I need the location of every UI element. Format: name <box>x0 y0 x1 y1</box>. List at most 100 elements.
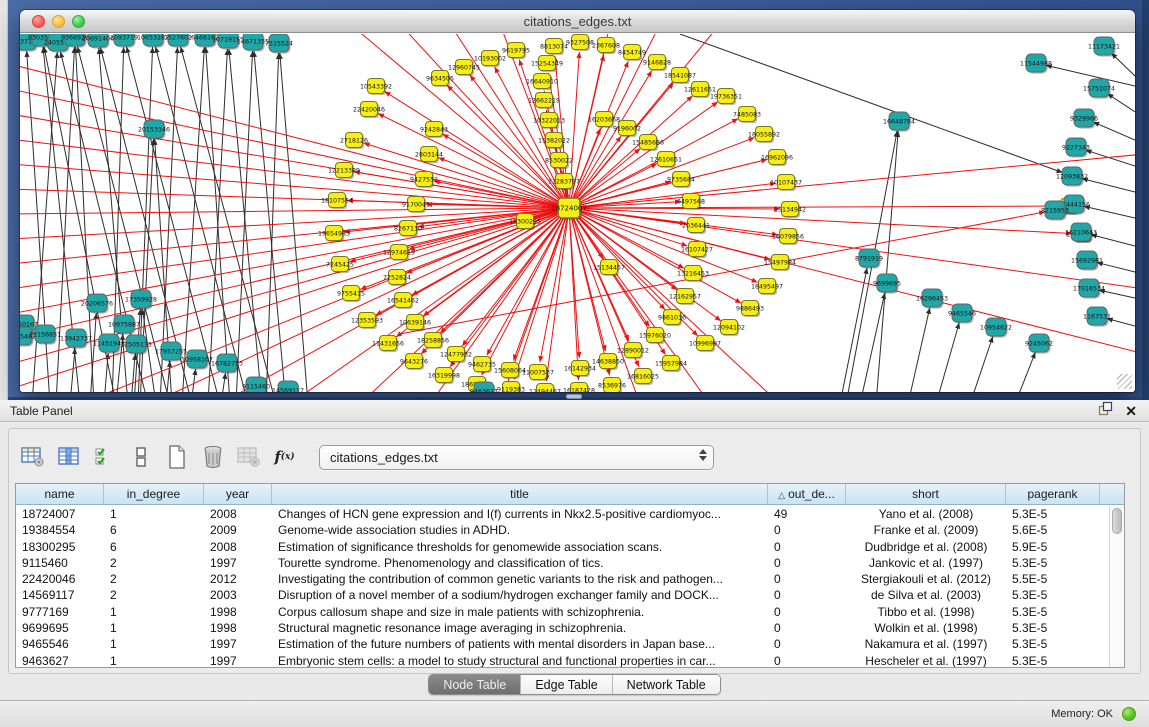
scrollbar-thumb[interactable] <box>1112 508 1122 534</box>
table-vertical-scrollbar[interactable] <box>1109 506 1124 667</box>
network-node[interactable]: 13942737 <box>60 329 92 349</box>
network-node[interactable]: 15957984 <box>655 356 687 373</box>
network-node[interactable]: 8791919 <box>855 249 883 269</box>
network-node[interactable]: 11173421 <box>1088 37 1120 57</box>
tab-edge-table[interactable]: Edge Table <box>520 675 611 694</box>
network-node[interactable]: 15254349 <box>531 56 563 73</box>
network-node[interactable]: 9465546 <box>948 304 976 324</box>
network-node[interactable]: 7252824 <box>383 270 411 287</box>
network-node[interactable]: 16079856 <box>772 229 804 246</box>
network-node[interactable]: 10954622 <box>980 318 1012 338</box>
delete-table-button[interactable] <box>235 444 262 471</box>
network-node[interactable]: 9245062 <box>1025 334 1053 354</box>
network-node[interactable]: 7515524 <box>265 34 293 54</box>
network-node[interactable]: 9170041 <box>402 197 430 214</box>
network-canvas[interactable]: 1054339222420046271812612213389181075541… <box>20 34 1135 392</box>
network-node[interactable]: 18541087 <box>664 68 696 85</box>
network-node[interactable]: 2367608 <box>592 38 620 55</box>
network-node[interactable]: 10996997 <box>689 336 721 353</box>
network-node[interactable]: 17359928 <box>125 290 157 310</box>
network-node[interactable]: 11544988 <box>1020 54 1052 74</box>
network-node[interactable]: 11431656 <box>372 336 404 353</box>
network-node[interactable]: 18107554 <box>321 193 353 210</box>
resize-grip-icon[interactable] <box>1117 374 1132 389</box>
network-node[interactable]: 16962096 <box>761 150 793 167</box>
network-node[interactable]: 20206576 <box>81 294 113 314</box>
network-node[interactable]: 9462735 <box>468 357 496 374</box>
network-node[interactable]: 16640910 <box>526 74 558 91</box>
network-node[interactable]: 10975887 <box>108 315 140 335</box>
network-node[interactable]: 9146828 <box>643 55 671 72</box>
network-node[interactable]: 16210643 <box>1065 223 1097 243</box>
network-node[interactable]: 2093719 <box>110 34 138 48</box>
network-node[interactable]: 12662219 <box>528 93 560 110</box>
column-header-pagerank[interactable]: pagerank <box>1006 484 1100 504</box>
table-row[interactable]: 946554611997Estimation of the future num… <box>16 636 1108 652</box>
network-node[interactable]: 8454749 <box>618 45 646 62</box>
table-row[interactable]: 1830029562008Estimation of significance … <box>16 539 1108 555</box>
network-node[interactable]: 19654985 <box>318 226 350 243</box>
network-node[interactable]: 9735684 <box>667 172 695 189</box>
network-node[interactable]: 7485083 <box>733 107 761 124</box>
column-header-in_degree[interactable]: in_degree <box>104 484 204 504</box>
table-row[interactable]: 969969511998Structural magnetic resonanc… <box>16 620 1108 636</box>
network-node[interactable]: 12890012 <box>617 343 649 360</box>
column-header-year[interactable]: year <box>204 484 272 504</box>
network-node[interactable]: 15134942 <box>774 202 806 219</box>
network-node[interactable]: 8536976 <box>598 378 626 393</box>
row-height-button[interactable] <box>127 444 154 471</box>
column-header-title[interactable]: title <box>272 484 768 504</box>
network-node[interactable]: 9619795 <box>502 43 530 60</box>
network-node[interactable]: 9327508 <box>566 35 594 52</box>
network-node[interactable]: 9227343 <box>1062 138 1090 158</box>
table-row[interactable]: 1938455462009Genome-wide association stu… <box>16 522 1108 538</box>
network-node[interactable]: 1527602 <box>164 34 192 48</box>
network-node[interactable]: 9427552 <box>410 172 438 189</box>
table-row[interactable]: 2242004622012Investigating the contribut… <box>16 571 1108 587</box>
network-node[interactable]: 17016534 <box>1073 279 1105 299</box>
table-row[interactable]: 946362711997Embryonic stem cells: a mode… <box>16 653 1108 667</box>
delete-column-button[interactable] <box>199 444 226 471</box>
network-node[interactable]: 16187428 <box>563 383 595 393</box>
network-node[interactable]: 14638850 <box>592 354 624 371</box>
network-node[interactable]: 9699695 <box>873 274 901 294</box>
network-node[interactable]: 9634505 <box>426 71 454 88</box>
float-window-icon[interactable] <box>1098 401 1113 421</box>
zoom-button[interactable] <box>72 15 85 28</box>
minimize-button[interactable] <box>52 15 65 28</box>
network-node[interactable]: 18055892 <box>748 127 780 144</box>
table-row[interactable]: 1872400712008Changes of HCN gene express… <box>16 506 1108 522</box>
network-node[interactable]: 11283797 <box>548 174 580 191</box>
network-node[interactable]: 9242843 <box>420 122 448 139</box>
tab-node-table[interactable]: Node Table <box>429 675 520 694</box>
network-node[interactable]: 9861036 <box>658 310 686 327</box>
table-row[interactable]: 911546021997Tourette syndrome. Phenomeno… <box>16 555 1108 571</box>
network-node[interactable]: 12094102 <box>713 320 745 337</box>
table-selector[interactable]: citations_edges.txt <box>319 445 714 470</box>
column-header-short[interactable]: short <box>846 484 1006 504</box>
network-node[interactable]: 9115460 <box>242 377 270 392</box>
network-node[interactable]: 9329966 <box>1070 109 1098 129</box>
network-node[interactable]: 8215953 <box>1041 201 1069 221</box>
show-columns-button[interactable] <box>55 444 82 471</box>
close-panel-icon[interactable]: ✕ <box>1125 402 1137 420</box>
network-node[interactable]: 2718126 <box>340 133 368 150</box>
split-divider[interactable] <box>566 394 582 399</box>
network-node[interactable]: 12494467 <box>529 384 561 393</box>
column-header-out_degree[interactable]: △out_de... <box>768 484 846 504</box>
network-node[interactable]: 14569117 <box>272 381 304 392</box>
column-header-name[interactable]: name <box>16 484 104 504</box>
network-window-titlebar[interactable]: citations_edges.txt <box>20 10 1135 33</box>
network-node[interactable]: 9643276 <box>400 354 428 371</box>
memory-ok-led[interactable] <box>1122 707 1136 721</box>
network-node[interactable]: 16648784 <box>883 112 915 132</box>
network-node[interactable]: 11007537 <box>522 365 554 382</box>
network-node[interactable]: 15976020 <box>639 328 671 345</box>
network-node[interactable]: 15692981 <box>1071 251 1103 271</box>
network-node[interactable]: 12093832 <box>1056 167 1088 187</box>
network-node[interactable]: 15382022 <box>538 133 570 150</box>
network-node[interactable]: 16319998 <box>428 368 460 385</box>
table-row[interactable]: 1456911722003Disruption of a novel membe… <box>16 587 1108 603</box>
network-node[interactable]: 2036441 <box>682 218 710 235</box>
function-builder-button[interactable]: f(x) <box>271 444 298 471</box>
